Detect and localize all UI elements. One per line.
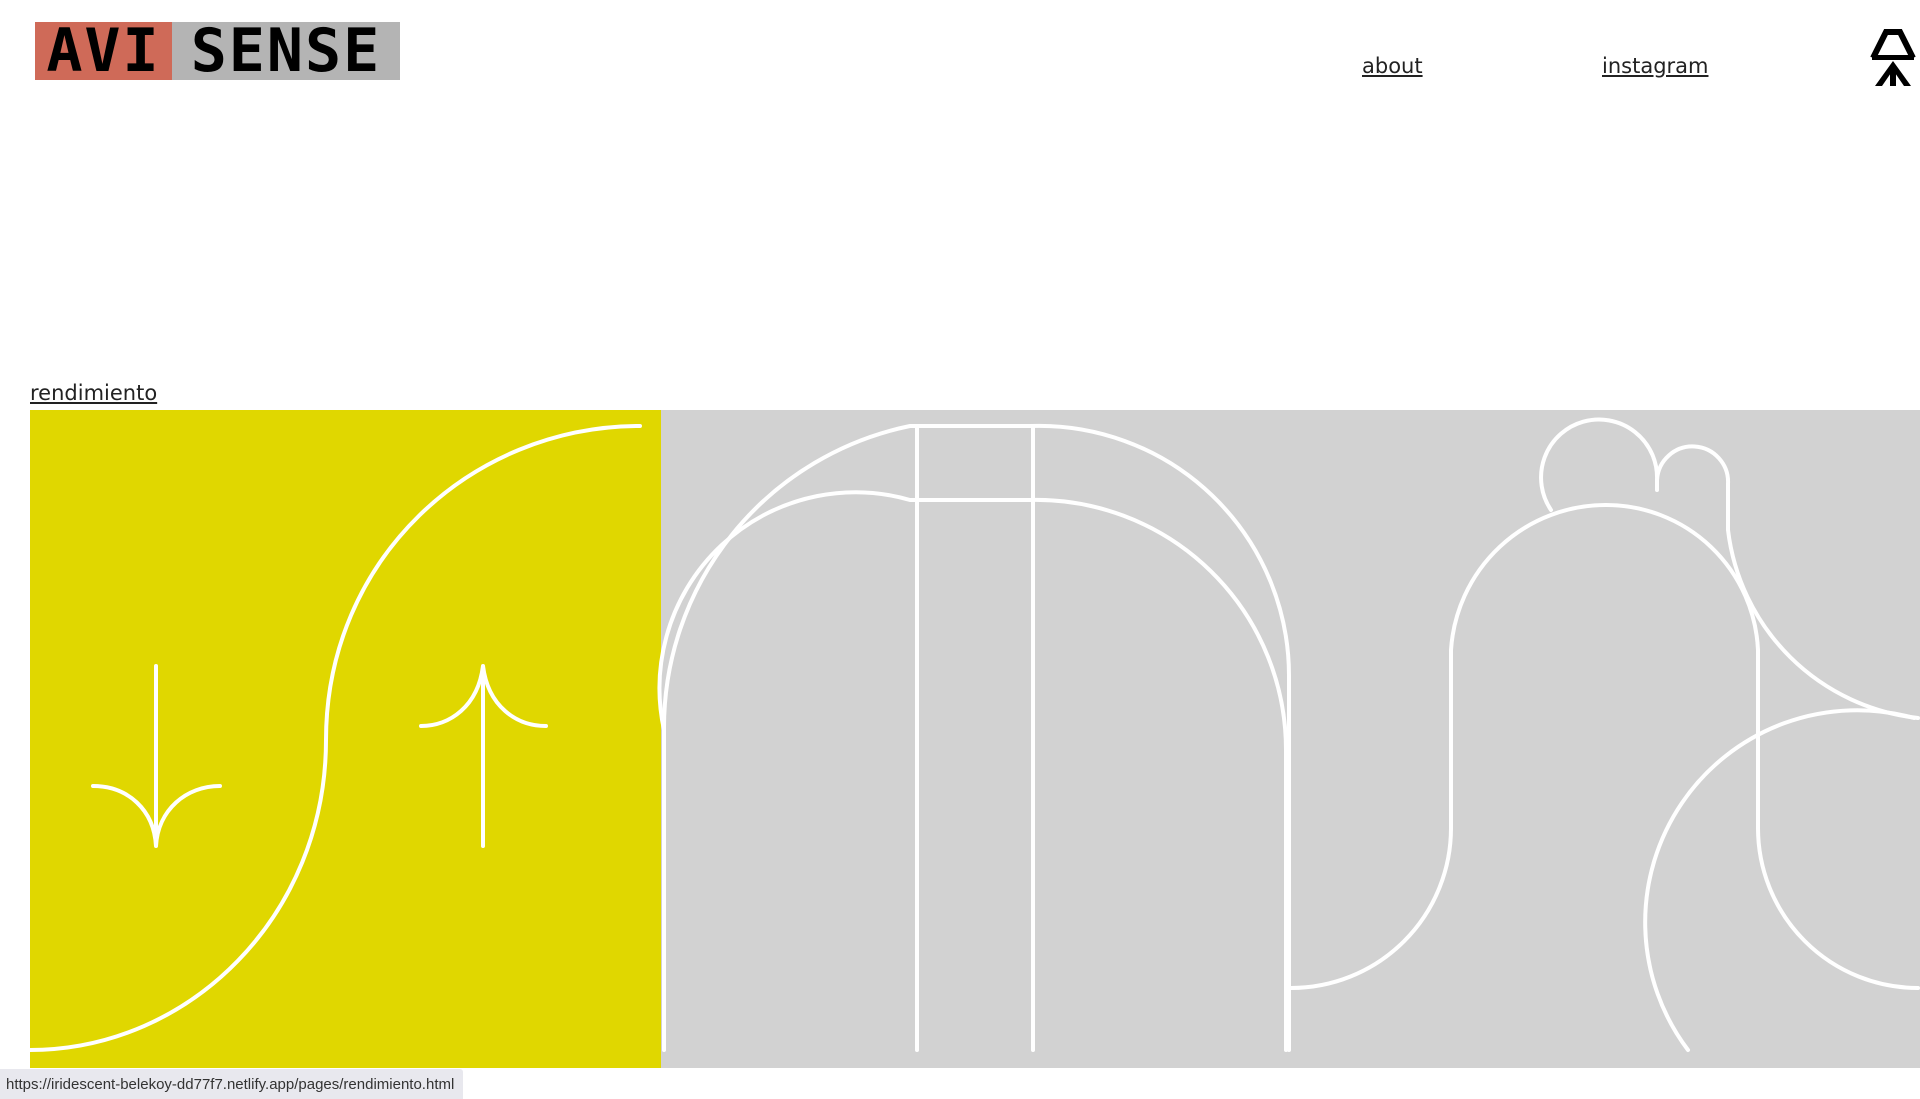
section-link-rendimiento[interactable]: rendimiento bbox=[30, 381, 157, 405]
arrow-mark-icon[interactable] bbox=[1868, 28, 1918, 90]
logo-avi: AVI bbox=[35, 22, 172, 80]
banner-graphic bbox=[30, 410, 1920, 1068]
nav-instagram-link[interactable]: instagram bbox=[1602, 54, 1708, 78]
hero-banner-link[interactable] bbox=[30, 410, 1920, 1068]
yellow-panel bbox=[30, 410, 661, 1068]
logo-sense: SENSE bbox=[172, 22, 400, 80]
site-logo[interactable]: AVI SENSE bbox=[35, 22, 400, 80]
link-preview-status-bar: https://iridescent-belekoy-dd77f7.netlif… bbox=[0, 1069, 464, 1099]
nav-about-link[interactable]: about bbox=[1362, 54, 1423, 78]
